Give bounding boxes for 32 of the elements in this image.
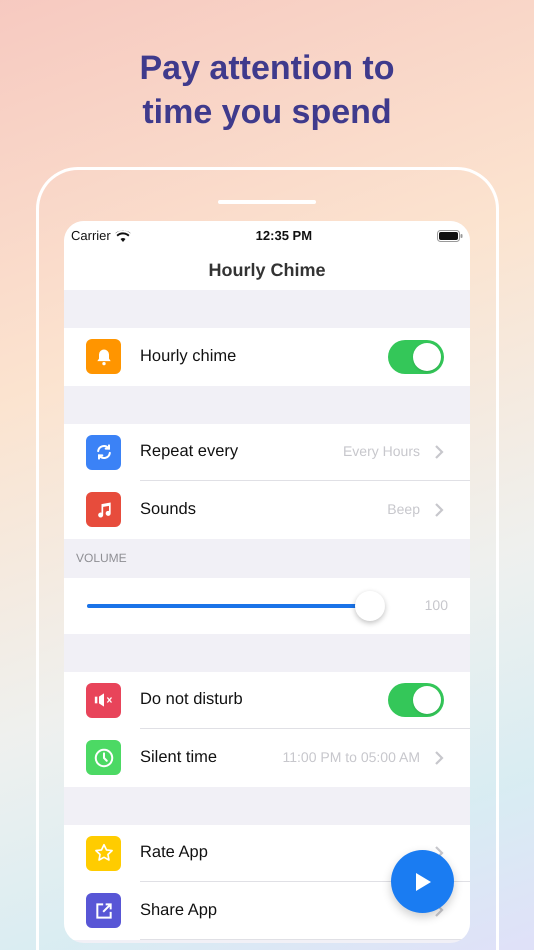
row-value: Beep <box>387 500 420 520</box>
settings-row[interactable]: Sounds Beep <box>64 481 470 538</box>
headline: Pay attention to <box>139 48 395 89</box>
chevron-icon <box>434 750 444 766</box>
chevron-icon <box>434 502 444 518</box>
row-label: Share App <box>140 900 218 921</box>
settings-row[interactable]: Repeat every Every Hours <box>64 424 470 481</box>
row-label: Hourly chime <box>140 346 238 368</box>
wifi-icon <box>114 230 131 242</box>
row-label: Rate App <box>140 842 209 864</box>
settings-row[interactable]: Do not disturb <box>64 672 470 729</box>
row-label: Repeat every <box>140 441 240 462</box>
settings-row[interactable]: Silent time 11:00 PM to 05:00 AM <box>64 729 470 786</box>
row-label: Silent time <box>140 747 218 768</box>
toggle-switch[interactable] <box>388 340 444 374</box>
headline: time you spend <box>142 92 392 133</box>
settings-row[interactable]: Share App <box>64 882 470 940</box>
status-time: 12:35 PM <box>256 226 312 245</box>
row-value: Every Hours <box>342 442 420 462</box>
row-value: 11:00 PM to 05:00 AM <box>282 748 420 768</box>
chevron-icon <box>434 444 444 460</box>
toggle-switch[interactable] <box>388 682 444 717</box>
settings-row[interactable]: Rate App <box>64 824 470 882</box>
section-header: VOLUME <box>76 550 127 567</box>
nav-title: Hourly Chime <box>208 258 326 282</box>
carrier-label: Carrier <box>71 226 111 245</box>
volume-slider[interactable] <box>87 590 385 620</box>
volume-reading: 100 <box>424 596 448 615</box>
battery-icon <box>436 230 463 242</box>
row-label: Do not disturb <box>140 689 244 710</box>
row-label: Sounds <box>140 499 197 520</box>
settings-row[interactable]: Hourly chime <box>64 328 470 386</box>
